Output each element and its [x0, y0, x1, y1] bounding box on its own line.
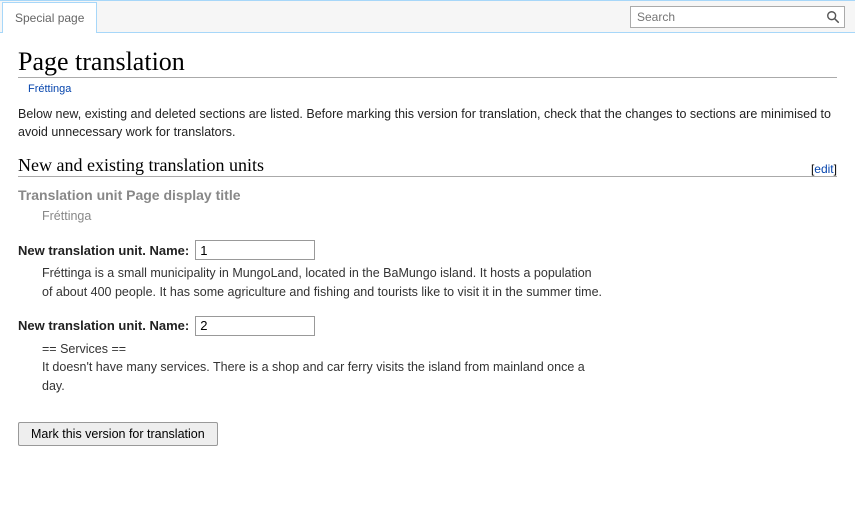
mark-version-button[interactable]: Mark this version for translation	[18, 422, 218, 446]
display-unit-heading: Translation unit Page display title	[18, 187, 837, 203]
page-root: Special page Page translation Fréttinga …	[0, 0, 855, 525]
unit-name-input-2[interactable]	[195, 316, 315, 336]
section-heading: New and existing translation units	[18, 155, 811, 176]
intro-text: Below new, existing and deleted sections…	[18, 105, 837, 141]
new-unit-row-2: New translation unit. Name:	[18, 316, 837, 336]
search-icon[interactable]	[822, 10, 844, 24]
new-unit-label: New translation unit. Name:	[18, 243, 189, 258]
display-unit-body: Fréttinga	[42, 207, 602, 226]
search-input[interactable]	[631, 8, 822, 26]
edit-link[interactable]: edit	[814, 162, 833, 176]
section-header: New and existing translation units [edit…	[18, 155, 837, 177]
new-unit-row-1: New translation unit. Name:	[18, 240, 837, 260]
edit-section: [edit]	[811, 162, 837, 176]
unit-name-input-1[interactable]	[195, 240, 315, 260]
unit-body-2: == Services == It doesn't have many serv…	[42, 340, 602, 396]
tab-bar: Special page	[0, 1, 855, 33]
page-title: Page translation	[18, 47, 837, 78]
unit-body-1: Fréttinga is a small municipality in Mun…	[42, 264, 602, 302]
new-unit-label: New translation unit. Name:	[18, 318, 189, 333]
search-box[interactable]	[630, 6, 845, 28]
tab-special-page[interactable]: Special page	[2, 2, 97, 33]
back-link[interactable]: Fréttinga	[28, 83, 71, 95]
breadcrumb: Fréttinga	[28, 80, 837, 95]
tab-label: Special page	[15, 11, 84, 25]
content-area: Page translation Fréttinga Below new, ex…	[0, 33, 855, 446]
